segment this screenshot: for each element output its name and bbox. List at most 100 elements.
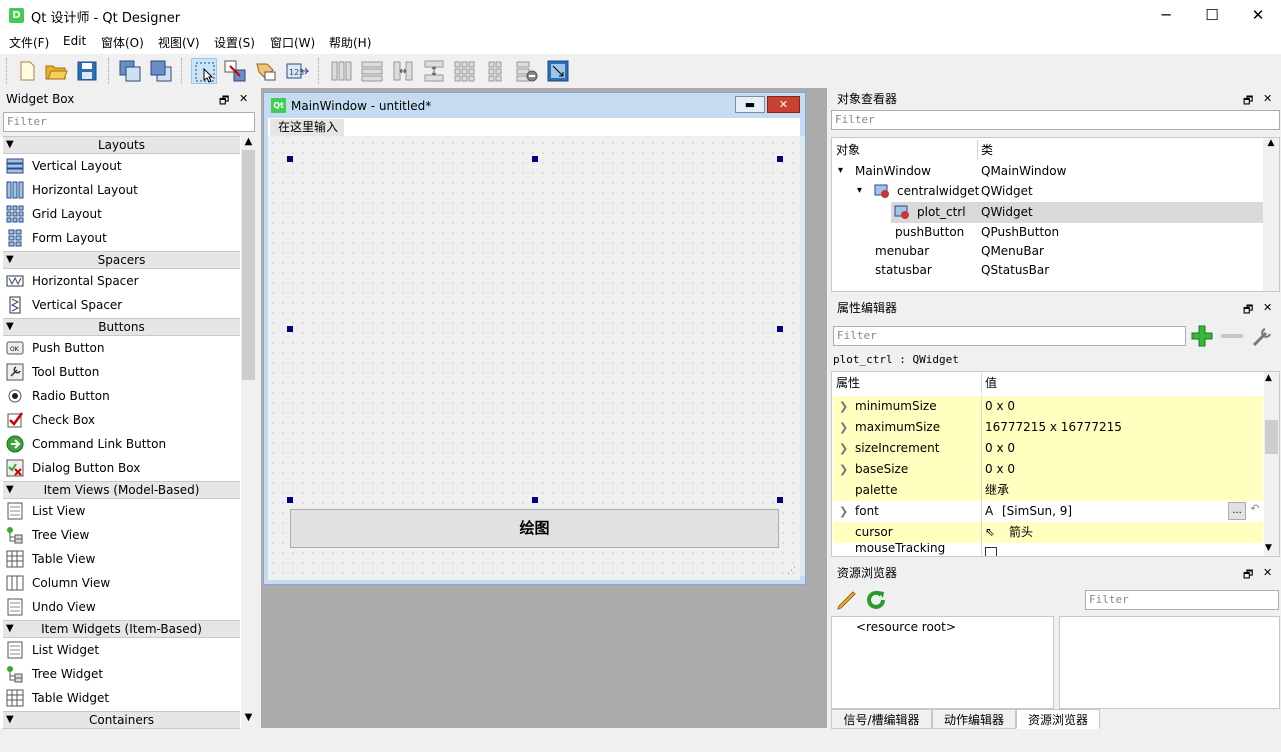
tree-row-name[interactable]: plot_ctrl [917,202,966,222]
open-folder-icon[interactable] [43,58,69,84]
chevron-right-icon[interactable]: ❯ [839,417,848,438]
widget-item-list-view[interactable]: List View [6,500,85,524]
new-file-icon[interactable] [14,58,40,84]
object-inspector-float-button[interactable]: 🗗 [1243,92,1253,111]
resource-root-item[interactable]: <resource root> [856,620,956,634]
widget-item-tree-widget[interactable]: Tree Widget [6,663,103,687]
property-value[interactable]: [SimSun, 9] [1002,501,1072,522]
property-row[interactable]: mouseTracking [833,543,1263,556]
menu-view[interactable]: 视图(V) [158,34,200,51]
property-value[interactable]: 0 x 0 [985,438,1015,459]
property-filter-input[interactable]: Filter [833,326,1186,346]
scroll-down-icon[interactable]: ▼ [242,712,255,726]
maximize-button[interactable]: ☐ [1189,0,1235,31]
reset-property-icon[interactable]: ↶ [1248,502,1262,520]
resource-browser-float-button[interactable]: 🗗 [1243,566,1253,585]
category-containers[interactable]: ▼ Containers [3,711,240,729]
widget-item-tool-button[interactable]: Tool Button [6,361,99,385]
chevron-right-icon[interactable]: ❯ [839,396,848,417]
form-minimize-button[interactable]: ▬ [735,96,765,113]
property-value[interactable]: 0 x 0 [985,459,1015,480]
scroll-up-icon[interactable]: ▲ [1265,373,1272,383]
edit-widgets-icon[interactable] [191,58,217,84]
widget-item-column-view[interactable]: Column View [6,572,110,596]
tab-resource-browser[interactable]: 资源浏览器 [1016,709,1100,729]
property-value[interactable]: 16777215 x 16777215 [985,417,1122,438]
edit-signals-icon[interactable] [222,58,248,84]
tab-signal-slot-editor[interactable]: 信号/槽编辑器 [831,709,932,729]
property-row[interactable]: palette 继承 [833,480,1263,501]
resource-filter-input[interactable]: Filter [1085,590,1279,610]
selection-handle[interactable] [287,156,293,162]
vertical-splitter-icon[interactable] [421,58,447,84]
property-row[interactable]: ❯ sizeIncrement 0 x 0 [833,438,1263,459]
close-button[interactable]: ✕ [1235,0,1281,31]
resource-browser-close-button[interactable]: ✕ [1263,566,1272,579]
selection-handle[interactable] [532,497,538,503]
minimize-button[interactable]: ─ [1143,0,1189,31]
plot-push-button[interactable]: 绘图 [290,509,779,548]
widget-item-list-widget[interactable]: List Widget [6,639,99,663]
menu-edit[interactable]: Edit [63,34,86,48]
widget-item-command-link-button[interactable]: Command Link Button [6,433,166,457]
property-row[interactable]: ❯ font A [SimSun, 9] [833,501,1263,522]
category-layouts[interactable]: ▼ Layouts [3,136,240,154]
selection-handle[interactable] [532,156,538,162]
font-dialog-button[interactable]: ... [1228,502,1246,520]
widget-item-radio-button[interactable]: Radio Button [6,385,110,409]
adjust-size-icon[interactable] [545,58,571,84]
property-scrollbar[interactable] [1264,372,1279,556]
grid-layout-icon[interactable] [452,58,478,84]
object-inspector-close-button[interactable]: ✕ [1263,92,1272,105]
property-row[interactable]: cursor ⇖ 箭头 [833,522,1263,543]
category-spacers[interactable]: ▼ Spacers [3,251,240,269]
scroll-up-icon[interactable]: ▲ [242,136,255,150]
widget-box-float-button[interactable]: 🗗 [219,92,229,111]
selection-handle[interactable] [777,497,783,503]
plot-ctrl-widget[interactable] [289,158,780,500]
selection-handle[interactable] [287,326,293,332]
menu-window[interactable]: 窗口(W) [270,34,315,51]
scroll-down-icon[interactable]: ▼ [1265,543,1272,553]
chevron-right-icon[interactable]: ❯ [839,501,848,522]
object-tree-scrollbar[interactable]: ▲ [1263,138,1279,291]
menu-settings[interactable]: 设置(S) [214,34,255,51]
chevron-right-icon[interactable]: ❯ [839,438,848,459]
edit-buddies-icon[interactable] [253,58,279,84]
chevron-right-icon[interactable]: ❯ [839,459,848,480]
lay-out-horizontally-icon[interactable] [328,58,354,84]
reload-icon[interactable] [864,588,888,612]
edit-tab-order-icon[interactable]: 123 [284,58,310,84]
tree-row-name[interactable]: menubar [875,241,929,261]
widget-item-check-box[interactable]: Check Box [6,409,95,433]
value-column-header[interactable]: 值 [985,373,997,393]
tree-row-name[interactable]: centralwidget [897,181,979,201]
form-close-button[interactable]: ✕ [767,96,800,113]
chevron-down-icon[interactable]: ▾ [857,181,862,201]
widget-box-scroll-thumb[interactable] [242,150,255,380]
form-menu-type-here[interactable]: 在这里输入 [270,119,344,136]
property-row[interactable]: ❯ baseSize 0 x 0 [833,459,1263,480]
menu-help[interactable]: 帮助(H) [329,34,371,51]
widget-item-push-button[interactable]: OK Push Button [6,337,105,361]
break-layout-icon[interactable] [514,58,540,84]
add-dynamic-property-icon[interactable] [1190,324,1216,348]
property-value[interactable]: 箭头 [1009,522,1033,543]
property-value[interactable]: 0 x 0 [985,396,1015,417]
selection-handle[interactable] [777,156,783,162]
lay-out-vertically-icon[interactable] [359,58,385,84]
class-column-header[interactable]: 类 [981,140,993,160]
widget-item-undo-view[interactable]: Undo View [6,596,96,620]
form-layout-icon[interactable] [483,58,509,84]
widget-item-grid-layout[interactable]: Grid Layout [6,203,102,227]
widget-item-form-layout[interactable]: Form Layout [6,227,107,251]
widget-box-close-button[interactable]: ✕ [239,92,248,105]
tree-row-name[interactable]: MainWindow [855,161,931,181]
menu-form[interactable]: 窗体(O) [101,34,144,51]
object-inspector-filter-input[interactable]: Filter [831,110,1280,130]
bring-to-front-icon[interactable] [148,58,174,84]
send-to-back-icon[interactable] [117,58,143,84]
widget-box-filter-input[interactable]: Filter [3,112,255,132]
widget-item-horizontal-spacer[interactable]: Horizontal Spacer [6,270,139,294]
menu-file[interactable]: 文件(F) [9,34,49,51]
